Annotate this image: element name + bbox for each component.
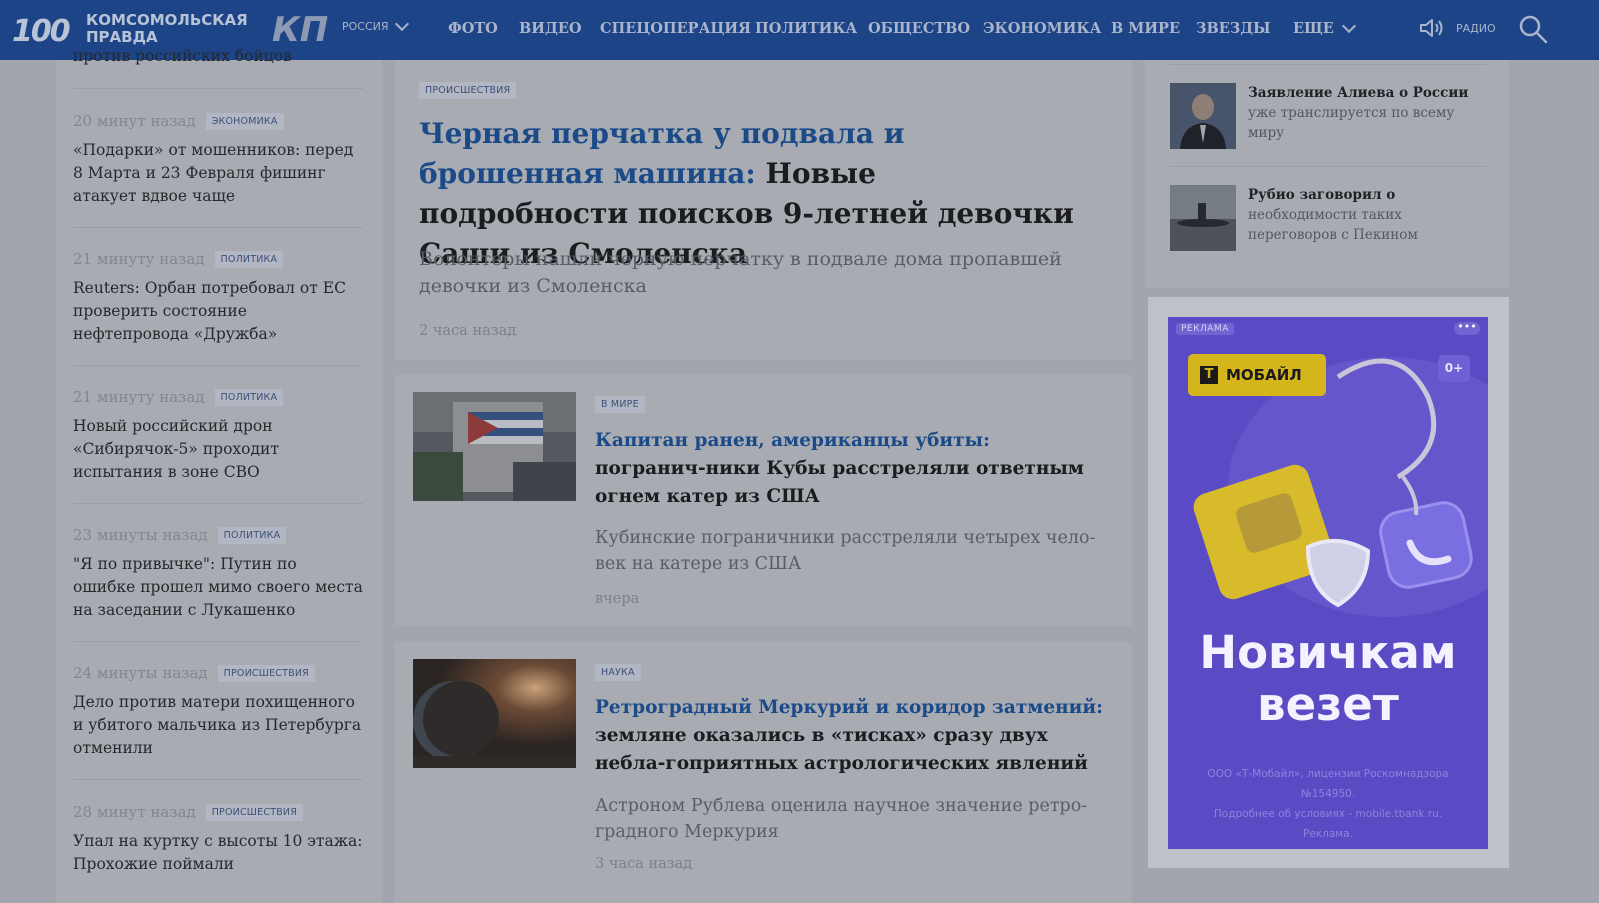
ad-legal-text: ООО «Т-Мобайл», лицензии Роскомнадзора №… <box>1207 768 1449 840</box>
article-image[interactable] <box>413 392 576 501</box>
logo-emblem-icon: КП <box>272 10 329 50</box>
chevron-down-icon <box>394 16 409 32</box>
news-item-title[interactable]: Новый российский дрон «Сибирячок-5» прох… <box>73 415 363 484</box>
news-item-time: 23 минуты назад <box>73 526 208 544</box>
divider <box>1170 166 1486 167</box>
news-item[interactable]: 23 минуты назад ПОЛИТИКА "Я по привычке":… <box>73 524 363 622</box>
news-item-time: 21 минуту назад <box>73 388 205 406</box>
news-item-time: 21 минуту назад <box>73 250 205 268</box>
nav-special-operation[interactable]: СПЕЦОПЕРАЦИЯ <box>600 20 751 37</box>
news-item-title[interactable]: Reuters: Орбан потребовал от ЕС проверит… <box>73 277 363 346</box>
article-card[interactable]: В МИРЕ Капитан ранен, американцы убиты: … <box>395 375 1132 626</box>
article-image[interactable] <box>413 659 576 768</box>
cuban-flag-photo <box>413 392 576 501</box>
news-item-title[interactable]: "Я по привычке": Путин по ошибке прошел … <box>73 553 363 622</box>
article-time: вчера <box>595 591 640 607</box>
ad-container: РЕКЛАМА ••• Т МОБАЙЛ 0+ Новичкам везет О… <box>1148 297 1509 868</box>
news-item-title[interactable]: Упал на куртку с высоты 10 этажа: Прохож… <box>73 830 363 876</box>
article-description[interactable]: Кубинские пограничники расстреляли четыр… <box>595 525 1105 577</box>
article-tag[interactable]: ПРОИСШЕСТВИЯ <box>419 82 517 99</box>
ad-brand-logo: Т МОБАЙЛ <box>1188 354 1326 396</box>
news-item-tag[interactable]: ПОЛИТИКА <box>214 388 284 406</box>
article-tag[interactable]: В МИРЕ <box>595 396 645 413</box>
right-news-title[interactable]: Заявление Алиева о России уже транслируе… <box>1248 83 1478 143</box>
news-item-title[interactable]: Дело против матери похищенного и убитого… <box>73 691 363 760</box>
news-item-time: 28 минут назад <box>73 803 196 821</box>
news-item[interactable]: 20 минут назад ЭКОНОМИКА «Подарки» от мош… <box>73 110 363 208</box>
right-news-list: Заявление Алиева о России уже транслируе… <box>1145 60 1509 288</box>
article-card[interactable]: НАУКА Ретроградный Меркурий и коридор за… <box>395 642 1132 903</box>
article-time: 2 часа назад <box>419 323 517 339</box>
divider <box>1170 64 1486 65</box>
news-item[interactable]: 24 минуты назад ПРОИСШЕСТВИЯ Дело против … <box>73 662 363 760</box>
nav-world[interactable]: В МИРЕ <box>1111 20 1180 37</box>
region-label: РОССИЯ <box>342 20 389 33</box>
submarine-photo <box>1170 185 1236 251</box>
radio-label: РАДИО <box>1456 21 1496 35</box>
article-tag[interactable]: НАУКА <box>595 664 641 681</box>
nav-photo[interactable]: ФОТО <box>448 20 498 37</box>
news-item-tag[interactable]: ПОЛИТИКА <box>214 250 284 268</box>
news-item-time: 20 минут назад <box>73 112 196 130</box>
age-rating-badge: 0+ <box>1438 355 1470 382</box>
news-item[interactable]: 28 минут назад ПРОИСШЕСТВИЯ Упал на куртк… <box>73 801 363 876</box>
aliyev-photo <box>1170 83 1236 149</box>
nav-stars[interactable]: ЗВЕЗДЫ <box>1196 20 1271 37</box>
divider <box>73 503 363 504</box>
brand-t-icon: Т <box>1200 366 1218 384</box>
right-news-image[interactable] <box>1170 83 1236 149</box>
news-item-tag[interactable]: ПОЛИТИКА <box>217 526 287 544</box>
nav-more[interactable]: ЕЩЕ <box>1293 18 1356 37</box>
ad-label: РЕКЛАМА <box>1176 323 1234 335</box>
divider <box>73 641 363 642</box>
radio-button[interactable]: РАДИО <box>1418 16 1496 40</box>
right-news-image[interactable] <box>1170 185 1236 251</box>
news-item-tag[interactable]: ПРОИСШЕСТВИЯ <box>205 803 304 821</box>
logo-name: Комсомольская правда <box>86 11 248 46</box>
news-item[interactable]: 21 минуту назад ПОЛИТИКА Reuters: Орбан п… <box>73 248 363 346</box>
nav-economy[interactable]: ЭКОНОМИКА <box>983 20 1101 37</box>
news-item[interactable]: 21 минуту назад ПОЛИТИКА Новый российский… <box>73 386 363 484</box>
chevron-down-icon <box>1341 18 1356 34</box>
nav-video[interactable]: ВИДЕО <box>519 20 582 37</box>
divider <box>73 227 363 228</box>
ad-headline: Новичкам везет <box>1199 626 1457 731</box>
more-options-icon[interactable]: ••• <box>1454 321 1480 335</box>
article-description[interactable]: Астроном Рублева оценила научное значени… <box>595 793 1105 845</box>
speaker-icon <box>1420 19 1443 37</box>
region-selector[interactable]: РОССИЯ <box>342 16 409 33</box>
divider <box>73 779 363 780</box>
logo-100-mark: 100 <box>12 14 71 49</box>
right-news-title[interactable]: Рубио заговорил о необходимости таких пе… <box>1248 185 1478 245</box>
article-title[interactable]: Капитан ранен, американцы убиты: пограни… <box>595 427 1105 511</box>
planet-photo <box>413 659 576 761</box>
nav-society[interactable]: ОБЩЕСТВО <box>868 20 970 37</box>
lead-article[interactable]: ПРОИСШЕСТВИЯ Черная перчатка у подвала и… <box>395 60 1132 360</box>
article-time: 3 часа назад <box>595 856 693 872</box>
divider <box>73 88 363 89</box>
news-item-time: 24 минуты назад <box>73 664 208 682</box>
search-icon[interactable] <box>1518 14 1548 44</box>
news-item-tag[interactable]: ПРОИСШЕСТВИЯ <box>217 664 315 682</box>
ad-banner[interactable]: РЕКЛАМА ••• Т МОБАЙЛ 0+ Новичкам везет О… <box>1168 317 1488 849</box>
divider <box>73 365 363 366</box>
lead-article-description[interactable]: Волонтеры нашли черную перчатку в подвал… <box>419 246 1099 300</box>
news-item-partial-title[interactable]: против российских бойцов <box>73 45 292 68</box>
article-title[interactable]: Ретроградный Меркурий и коридор затмений… <box>595 694 1105 778</box>
news-feed-sidebar: против российских бойцов 20 минут назад Э… <box>56 47 382 903</box>
news-item-title[interactable]: «Подарки» от мошенников: перед 8 Марта и… <box>73 139 363 208</box>
nav-politics[interactable]: ПОЛИТИКА <box>755 20 857 37</box>
news-item-tag[interactable]: ЭКОНОМИКА <box>205 112 284 130</box>
